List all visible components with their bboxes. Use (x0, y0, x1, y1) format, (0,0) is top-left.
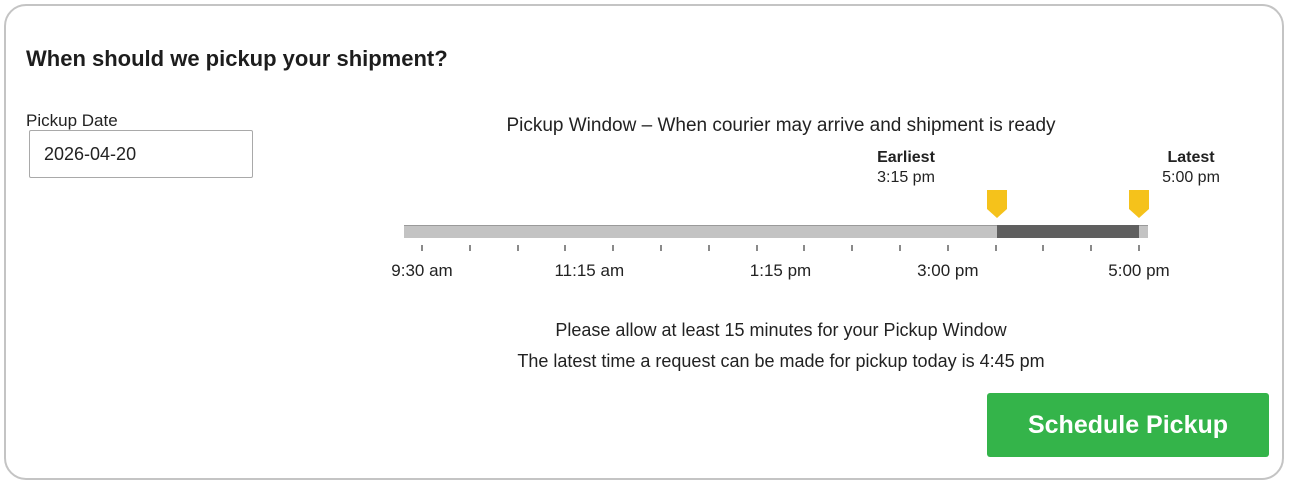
earliest-marker-icon[interactable] (986, 189, 1008, 219)
timeline-tick (564, 245, 567, 251)
latest-marker-label: Latest 5:00 pm (1146, 148, 1236, 188)
timeline-tick (851, 245, 854, 251)
timeline-tick-label: 11:15 am (554, 261, 625, 280)
timeline-tick (421, 245, 423, 251)
timeline-tick (803, 245, 806, 251)
timeline-tick (468, 245, 471, 251)
timeline-tick (946, 245, 949, 251)
timeline-tick (660, 245, 662, 251)
pickup-date-label: Pickup Date (26, 111, 118, 130)
timeline-tick (994, 245, 997, 251)
timeline-tick (1138, 245, 1140, 251)
earliest-marker-label: Earliest 3:15 pm (861, 148, 951, 188)
timeline-tick (899, 245, 901, 251)
timeline-tick (1042, 245, 1045, 251)
timeline-tick-label: 9:30 am (391, 261, 453, 280)
timeline-tick (1090, 245, 1093, 251)
latest-heading: Latest (1167, 149, 1215, 166)
latest-time: 5:00 pm (1162, 169, 1220, 186)
page-title: When should we pickup your shipment? (26, 46, 448, 71)
timeline-tick-label: 3:00 pm (917, 261, 979, 280)
timeline-tick-label: 5:00 pm (1108, 261, 1170, 280)
pickup-card: When should we pickup your shipment? Pic… (4, 4, 1284, 480)
selected-window-range (996, 225, 1139, 238)
timeline-tick (707, 245, 710, 251)
pickup-window-title: Pickup Window – When courier may arrive … (506, 115, 1056, 136)
schedule-pickup-button[interactable]: Schedule Pickup (987, 393, 1269, 457)
timeline-tick (612, 245, 615, 251)
latest-request-note: The latest time a request can be made fo… (517, 351, 1045, 371)
latest-marker-icon[interactable] (1128, 189, 1150, 219)
pickup-date-input[interactable] (29, 130, 253, 178)
earliest-time: 3:15 pm (877, 169, 935, 186)
min-window-note: Please allow at least 15 minutes for you… (555, 320, 1007, 340)
earliest-heading: Earliest (877, 149, 935, 166)
timeline-tick-label: 1:15 pm (749, 261, 812, 280)
timeline-tick (755, 245, 758, 251)
timeline-tick (516, 245, 519, 251)
